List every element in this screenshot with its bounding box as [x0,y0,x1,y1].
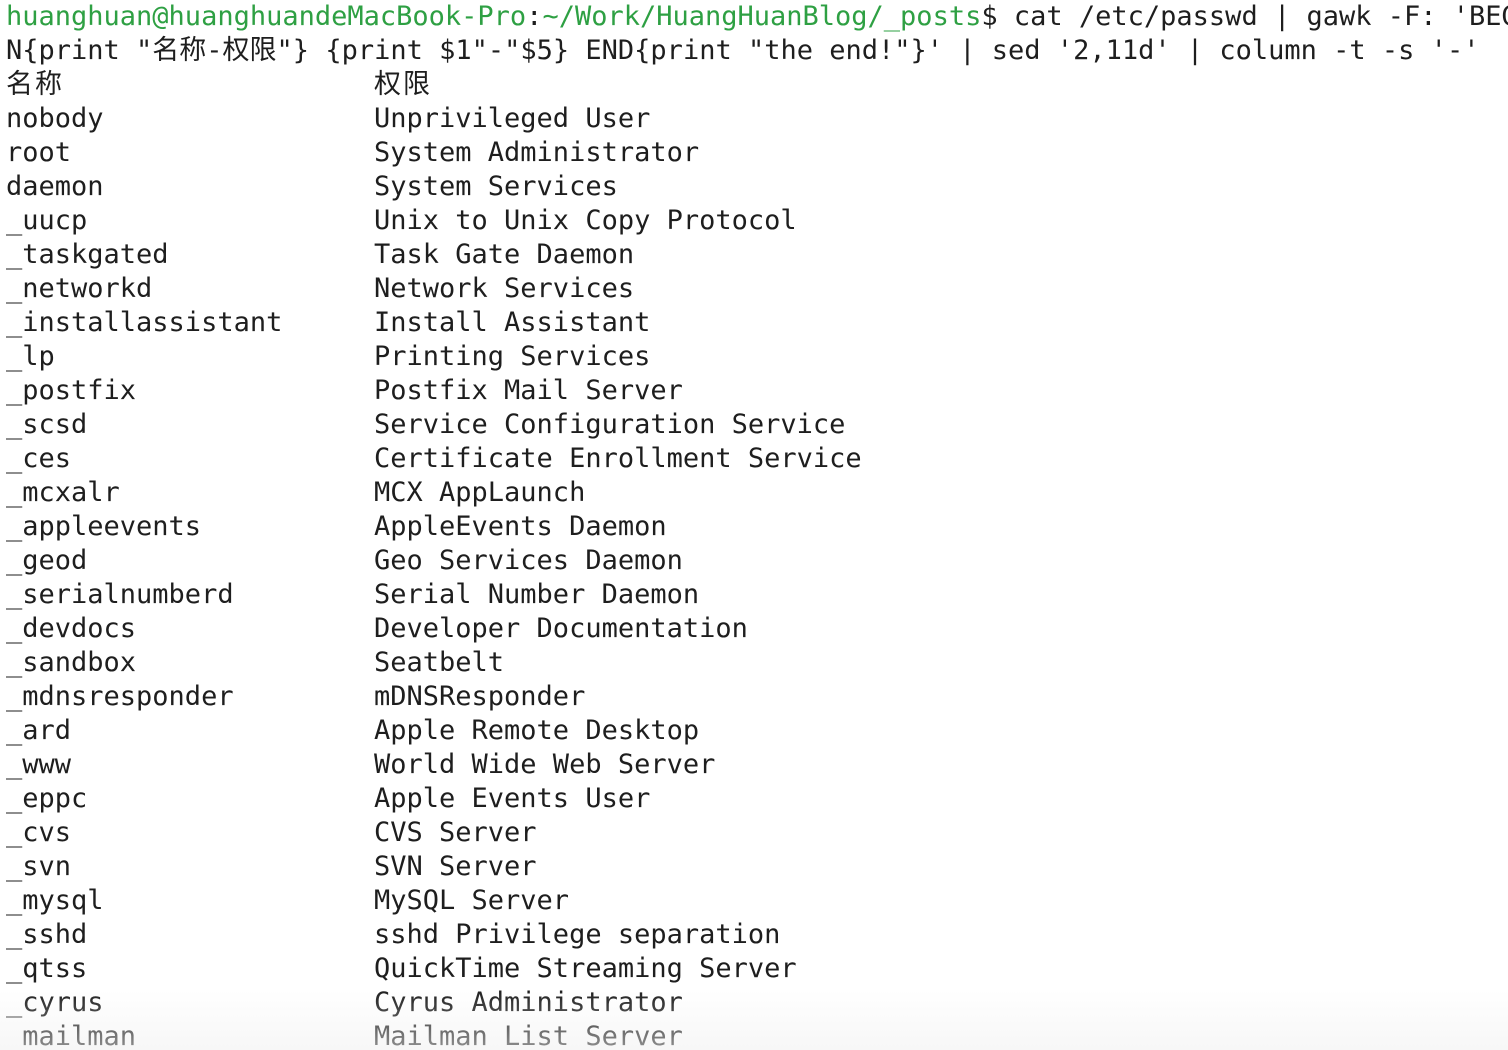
command-line-1: huanghuan@huanghuandeMacBook-Pro:~/Work/… [6,0,1508,34]
row-permission: Developer Documentation [374,613,748,644]
row-permission: MySQL Server [374,885,570,916]
row-name: _mdnsresponder [6,681,234,712]
row-name: _appleevents [6,511,202,542]
row-permission: Mailman List Server [374,1021,683,1050]
row-permission: World Wide Web Server [374,749,716,780]
row-name: root [6,137,72,168]
row-name: _mysql [6,885,104,916]
row-name: _www [6,749,72,780]
row-name: _devdocs [6,613,137,644]
row-permission: CVS Server [374,817,537,848]
row-permission: Unprivileged User [374,103,651,134]
row-name: _networkd [6,273,153,304]
row-name: _ard [6,715,72,746]
row-permission: Service Configuration Service [374,409,846,440]
row-name: _ces [6,443,72,474]
row-name: _scsd [6,409,88,440]
prompt-separator: : [526,1,543,32]
row-name: _uucp [6,205,88,236]
row-permission: Geo Services Daemon [374,545,683,576]
row-permission: Apple Remote Desktop [374,715,700,746]
row-name: _svn [6,851,72,882]
row-permission: Seatbelt [374,647,505,678]
prompt-path: ~/Work/HuangHuanBlog/_posts [542,1,982,32]
row-name: _sshd [6,919,88,950]
row-name: _sandbox [6,647,137,678]
row-name: nobody [6,103,104,134]
row-permission: System Services [374,171,618,202]
row-permission: Unix to Unix Copy Protocol [374,205,797,236]
row-name: _cvs [6,817,72,848]
row-name: _serialnumberd [6,579,234,610]
bottom-shadow [0,990,1508,1050]
header-name: 名称 [6,69,64,100]
row-permission: Cyrus Administrator [374,987,683,1018]
row-permission: Install Assistant [374,307,651,338]
row-permission: QuickTime Streaming Server [374,953,797,984]
terminal-window[interactable]: huanghuan@huanghuandeMacBook-Pro:~/Work/… [0,0,1508,1050]
row-name: _mcxalr [6,477,120,508]
prompt-user-host: huanghuan@huanghuandeMacBook-Pro [6,1,527,32]
header-permission: 权限 [374,69,432,100]
command-text-1: cat /etc/passwd | gawk -F: 'BEGI [997,1,1508,32]
row-permission: Apple Events User [374,783,651,814]
row-permission: sshd Privilege separation [374,919,781,950]
row-permission: SVN Server [374,851,537,882]
row-name: _cyrus [6,987,104,1018]
row-name: _geod [6,545,88,576]
row-permission: System Administrator [374,137,700,168]
row-permission: Postfix Mail Server [374,375,683,406]
row-permission: Task Gate Daemon [374,239,635,270]
row-permission: Network Services [374,273,635,304]
command-text-2: N{print "名称-权限"} {print $1"-"$5} END{pri… [6,35,1480,66]
row-name: _postfix [6,375,137,406]
command-line-2: N{print "名称-权限"} {print $1"-"$5} END{pri… [6,34,1479,68]
row-name: _mailman [6,1021,137,1050]
row-permission: Certificate Enrollment Service [374,443,862,474]
row-name: _installassistant [6,307,283,338]
row-permission: AppleEvents Daemon [374,511,667,542]
row-permission: Serial Number Daemon [374,579,700,610]
row-permission: Printing Services [374,341,651,372]
row-permission: MCX AppLaunch [374,477,586,508]
prompt-symbol: $ [981,1,998,32]
row-name: _eppc [6,783,88,814]
row-name: _qtss [6,953,88,984]
row-name: _lp [6,341,55,372]
row-name: daemon [6,171,104,202]
row-permission: mDNSResponder [374,681,586,712]
row-name: _taskgated [6,239,169,270]
